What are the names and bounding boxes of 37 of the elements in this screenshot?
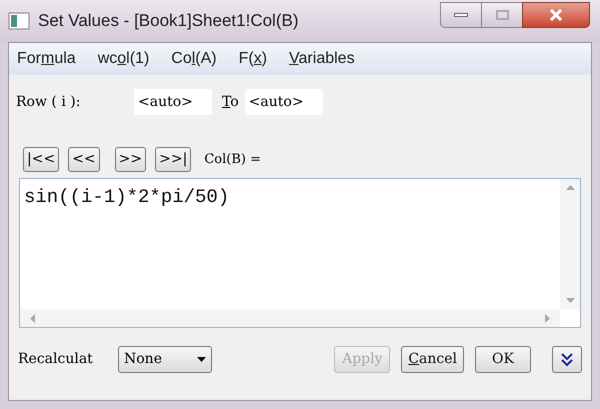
scroll-up-icon <box>566 185 574 190</box>
close-icon <box>549 9 563 21</box>
minimize-icon <box>454 13 468 17</box>
menu-item[interactable]: Col(A) <box>171 47 217 71</box>
recalculate-label: Recalculat <box>18 350 94 369</box>
nav-button[interactable]: >> <box>114 147 146 172</box>
scroll-down-icon <box>566 298 574 303</box>
formula-label: Col(B) = <box>204 150 261 169</box>
menu-item[interactable]: Formula <box>17 47 76 71</box>
menu-item[interactable]: Variables <box>289 47 355 71</box>
double-chevron-down-icon <box>561 352 573 366</box>
recalculate-dropdown[interactable]: None <box>118 346 212 373</box>
row-to-field[interactable]: <auto> <box>244 89 323 115</box>
vertical-scrollbar[interactable] <box>560 179 580 309</box>
close-button[interactable] <box>522 2 590 28</box>
expand-button[interactable] <box>552 346 582 373</box>
scroll-left-icon <box>30 314 35 322</box>
app-icon <box>8 12 30 30</box>
horizontal-scrollbar[interactable] <box>20 309 560 327</box>
menu-item[interactable]: wcol(1) <box>98 47 150 71</box>
nav-button[interactable]: |<< <box>23 147 60 172</box>
window-title: Set Values - [Book1]Sheet1!Col(B) <box>38 10 298 32</box>
dialog-button[interactable]: Cancel <box>401 346 464 373</box>
scroll-right-icon <box>545 314 550 322</box>
caret-icon <box>197 357 206 362</box>
maximize-icon <box>496 10 508 20</box>
formula-editor[interactable]: sin((i-1)*2*pi/50) <box>19 178 581 328</box>
nav-button[interactable]: >>| <box>155 147 192 172</box>
row-from-field[interactable]: <auto> <box>134 89 212 115</box>
formula-text: sin((i-1)*2*pi/50) <box>24 186 230 208</box>
row-label: Row ( i ): <box>16 92 82 112</box>
menu-item[interactable]: F(x) <box>238 47 268 71</box>
maximize-button[interactable] <box>482 2 522 28</box>
minimize-button[interactable] <box>440 2 482 28</box>
dialog-button[interactable]: OK <box>475 346 531 373</box>
nav-button[interactable]: << <box>68 147 100 172</box>
to-label: To <box>222 92 239 112</box>
